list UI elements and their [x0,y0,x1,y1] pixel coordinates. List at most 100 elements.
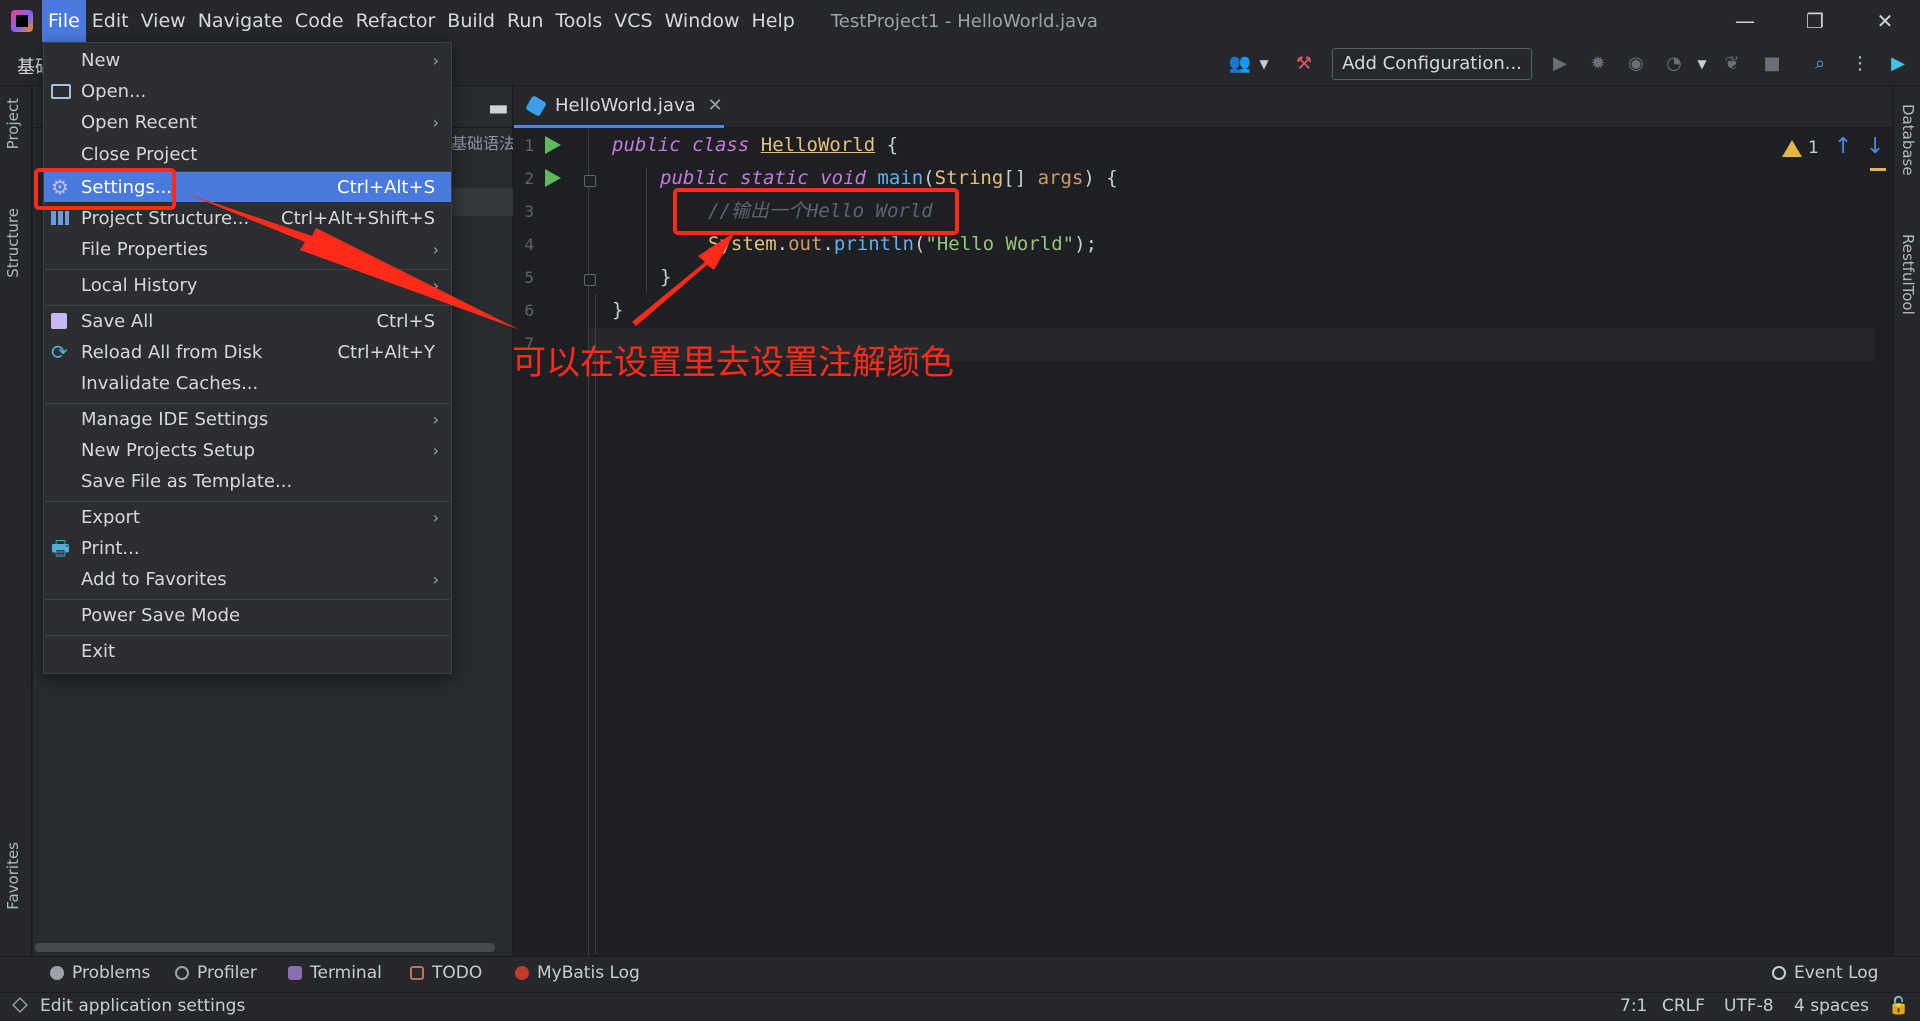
build-hammer-icon[interactable]: ⚒ [1292,52,1316,76]
fold-icon[interactable] [584,274,596,286]
toolwindow-label: Profiler [197,963,257,983]
file-encoding[interactable]: UTF-8 [1724,996,1774,1016]
toolwindow-profiler[interactable]: Profiler [175,963,257,983]
run-main-icon[interactable] [545,169,561,187]
menu-item-file-properties[interactable]: File Properties › [44,234,451,264]
code-with-me-icon[interactable]: ▶ [1886,52,1910,76]
menu-tools[interactable]: Tools [549,0,608,42]
menu-item-label: Add to Favorites [81,568,227,590]
save-icon [51,313,67,329]
menu-navigate[interactable]: Navigate [192,0,289,42]
arrow-down-icon[interactable]: ↓ [1866,134,1884,159]
indent-guide [595,294,596,954]
tab-favorites[interactable]: Favorites [4,842,22,910]
intellij-logo-icon [11,10,33,32]
menu-item-invalidate-caches[interactable]: Invalidate Caches... [44,368,451,398]
file-menu-popup: New › Open... Open Recent › Close Projec… [43,42,452,674]
menu-code[interactable]: Code [289,0,350,42]
line-separator[interactable]: CRLF [1662,996,1705,1016]
tab-database[interactable]: Database [1899,104,1917,176]
toolwindow-todo[interactable]: TODO [410,963,482,983]
menu-item-save-as-template[interactable]: Save File as Template... [44,466,451,496]
caret-position[interactable]: 7:1 [1620,996,1647,1016]
tab-label: HelloWorld.java [555,95,696,116]
tab-project[interactable]: Project [4,98,22,149]
editor-gutter: 1 2 3 4 5 6 7 [514,129,596,956]
menu-item-print[interactable]: 🖶 Print... [44,533,451,563]
toolwindow-mybatis-log[interactable]: MyBatis Log [515,963,640,983]
menu-item-export[interactable]: Export › [44,502,451,532]
tab-structure[interactable]: Structure [4,208,22,278]
window-title: TestProject1 - HelloWorld.java [830,10,1098,32]
menu-item-exit[interactable]: Exit [44,636,451,666]
menu-run[interactable]: Run [501,0,549,42]
menu-item-open-recent[interactable]: Open Recent › [44,107,451,137]
more-icon[interactable]: ⋮ [1848,52,1872,76]
minimize-panel-icon[interactable]: ▬ [488,96,509,121]
menu-item-new[interactable]: New › [44,45,451,75]
add-configuration-button[interactable]: Add Configuration... [1332,48,1532,80]
menu-item-label: Print... [81,537,140,559]
toolwindow-problems[interactable]: Problems [50,963,150,983]
run-class-icon[interactable] [545,136,561,154]
chevron-down-icon[interactable]: ▼ [1690,52,1714,76]
menu-vcs[interactable]: VCS [608,0,658,42]
menu-item-new-projects-setup[interactable]: New Projects Setup › [44,435,451,465]
chevron-down-icon[interactable]: ▼ [1252,52,1276,76]
status-message: Edit application settings [40,996,246,1016]
run-icon[interactable]: ▶ [1548,52,1572,76]
submenu-arrow-icon: › [432,569,439,589]
minimize-icon[interactable]: — [1710,0,1780,42]
toolwindow-terminal[interactable]: Terminal [288,963,382,983]
close-tab-icon[interactable]: ✕ [708,95,723,116]
inspection-widget[interactable]: 1 [1782,138,1819,158]
stop-icon[interactable]: ■ [1760,52,1784,76]
restore-icon[interactable]: ❐ [1780,0,1850,42]
warning-icon [1782,139,1802,157]
menu-view[interactable]: View [135,0,192,42]
problems-icon [50,966,64,980]
menu-item-power-save-mode[interactable]: Power Save Mode [44,600,451,630]
coverage-icon[interactable]: ◉ [1624,52,1648,76]
menu-window[interactable]: Window [659,0,746,42]
submenu-arrow-icon: › [432,239,439,259]
menu-build[interactable]: Build [441,0,501,42]
code-line-3-comment: //输出一个Hello World [708,200,933,222]
menu-item-label: Project Structure... [81,207,250,229]
profile-icon[interactable]: ◔ [1662,52,1686,76]
close-icon[interactable]: ✕ [1850,0,1920,42]
tab-helloworld-java[interactable]: HelloWorld.java ✕ [514,86,724,128]
unlock-icon[interactable]: 🔓 [1888,996,1909,1016]
java-class-icon [525,94,547,117]
debug-icon[interactable]: ✹ [1586,52,1610,76]
layers-icon[interactable] [12,997,28,1013]
arrow-up-icon[interactable]: ↑ [1834,134,1852,159]
menu-item-local-history[interactable]: Local History › [44,270,451,300]
submenu-arrow-icon: › [432,275,439,295]
menu-edit[interactable]: Edit [86,0,135,42]
menu-item-project-structure[interactable]: Project Structure... Ctrl+Alt+Shift+S [44,203,451,233]
search-icon[interactable]: ⌕ [1808,52,1832,76]
menu-item-settings[interactable]: ⚙ Settings... Ctrl+Alt+S [44,172,451,202]
profiler-icon [175,966,189,980]
menu-refactor[interactable]: Refactor [350,0,442,42]
users-icon[interactable]: 👥 [1228,52,1252,76]
horizontal-scrollbar[interactable] [35,943,495,952]
status-bar: Edit application settings 7:1 CRLF UTF-8… [0,992,1920,1021]
menu-file[interactable]: File [42,0,86,42]
toolwindow-event-log[interactable]: Event Log [1772,963,1878,983]
menu-item-reload-all[interactable]: ⟳ Reload All from Disk Ctrl+Alt+Y [44,337,451,367]
menu-item-manage-ide-settings[interactable]: Manage IDE Settings › [44,404,451,434]
indent-setting[interactable]: 4 spaces [1794,996,1869,1016]
project-selected-row[interactable] [451,188,513,216]
menu-item-close-project[interactable]: Close Project [44,139,451,169]
menu-help[interactable]: Help [745,0,800,42]
warning-stripe-marker[interactable] [1870,168,1886,171]
attach-icon[interactable]: ❦ [1720,52,1744,76]
code-area[interactable]: public class HelloWorld { public static … [595,129,1858,956]
fold-icon[interactable] [584,175,596,187]
menu-item-open[interactable]: Open... [44,76,451,106]
menu-item-add-to-favorites[interactable]: Add to Favorites › [44,564,451,594]
tab-restfultool[interactable]: RestfulTool [1899,234,1917,315]
menu-item-save-all[interactable]: Save All Ctrl+S [44,306,451,336]
